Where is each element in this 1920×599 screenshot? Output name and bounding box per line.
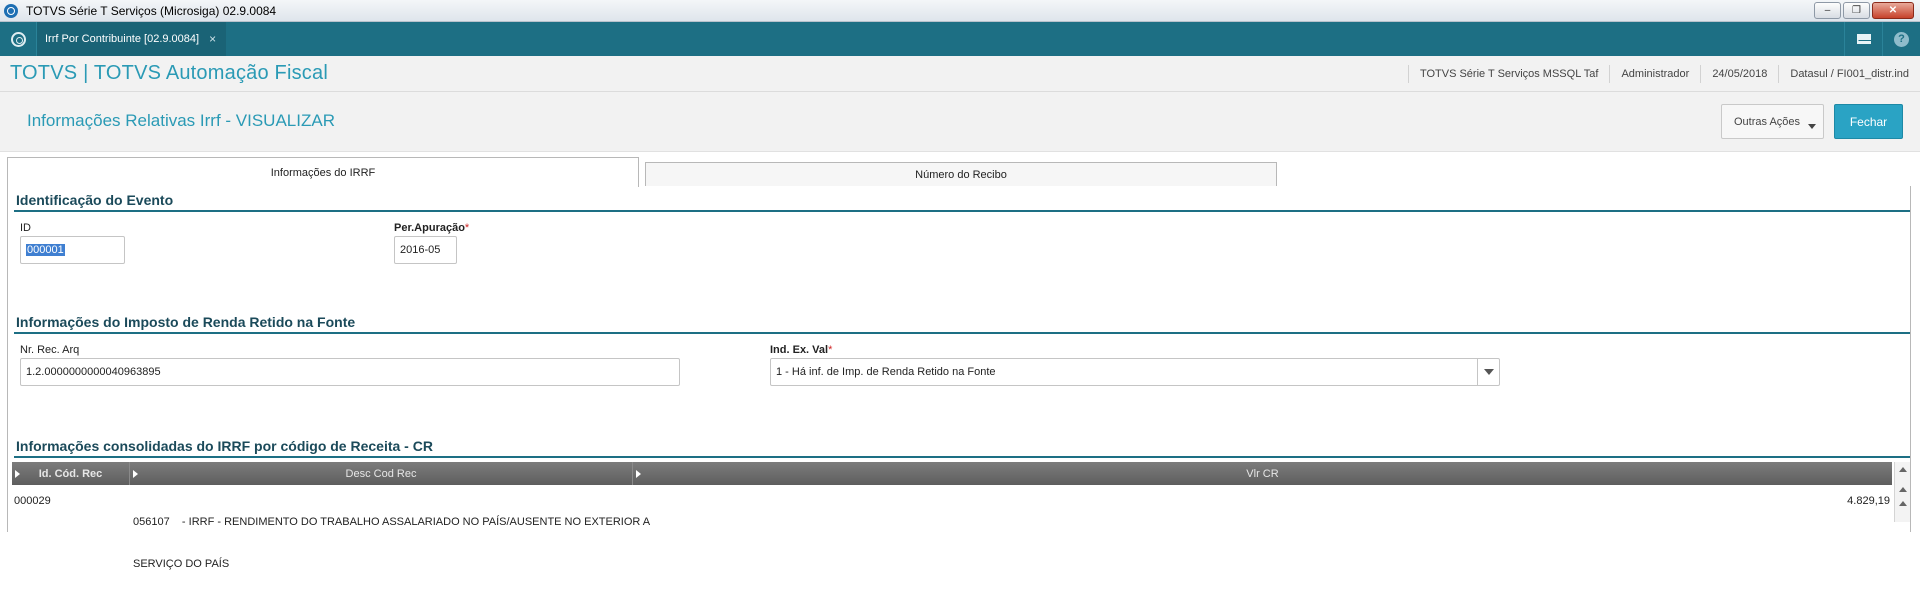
chevron-up-icon: [1899, 500, 1907, 506]
id-field[interactable]: 000001: [20, 236, 125, 264]
ind-ex-val-value: 1 - Há inf. de Imp. de Renda Retido na F…: [776, 366, 996, 378]
app-header: TOTVS | TOTVS Automação Fiscal TOTVS Sér…: [0, 56, 1920, 92]
chevron-up-icon: [1899, 486, 1907, 492]
required-marker: *: [464, 222, 470, 234]
cell-id-cod-rec: 000029: [14, 495, 51, 507]
fechar-button[interactable]: Fechar: [1834, 104, 1903, 139]
section-title-consolidadas: Informações consolidadas do IRRF por cód…: [16, 438, 433, 454]
header-company: Datasul / FI001_distr.ind: [1778, 65, 1920, 83]
outras-acoes-button[interactable]: Outras Ações: [1721, 104, 1824, 139]
app-tab-close-icon[interactable]: ×: [209, 32, 216, 46]
nr-rec-arq-label: Nr. Rec. Arq: [20, 344, 80, 356]
outras-acoes-label: Outras Ações: [1734, 115, 1801, 128]
section-title-imposto: Informações do Imposto de Renda Retido n…: [16, 314, 356, 330]
page-title: Informações Relativas Irrf - VISUALIZAR: [27, 111, 335, 130]
ind-ex-val-select[interactable]: 1 - Há inf. de Imp. de Renda Retido na F…: [770, 358, 1500, 386]
column-header-id-cod-rec[interactable]: Id. Cód. Rec: [12, 462, 130, 485]
header-user: Administrador: [1609, 65, 1700, 83]
nr-rec-arq-value: 1.2.0000000000040963895: [26, 366, 161, 378]
window-titlebar: TOTVS Série T Serviços (Microsiga) 02.9.…: [0, 0, 1920, 22]
chevron-down-icon: [1808, 124, 1816, 129]
scroll-up-button[interactable]: [1895, 482, 1911, 496]
per-apuracao-label: Per.Apuração: [394, 222, 465, 234]
per-apuracao-field[interactable]: 2016-05: [394, 236, 457, 264]
section-title-identificacao: Identificação do Evento: [16, 192, 174, 208]
id-label: ID: [20, 222, 31, 234]
column-header-vlr-cr[interactable]: Vlr CR: [633, 462, 1892, 485]
table-row[interactable]: 000029 056107 - IRRF - RENDIMENTO DO TRA…: [12, 485, 1892, 570]
scroll-top-button[interactable]: [1895, 462, 1911, 476]
help-button[interactable]: ?: [1882, 22, 1920, 56]
grid-header: Id. Cód. Rec Desc Cod Rec Vlr CR: [12, 462, 1892, 485]
header-info: TOTVS Série T Serviços MSSQL Taf Adminis…: [1407, 56, 1920, 92]
minimize-button[interactable]: –: [1814, 2, 1841, 19]
header-environment: TOTVS Série T Serviços MSSQL Taf: [1407, 65, 1610, 83]
section-divider: [14, 210, 1910, 212]
ind-ex-val-dropdown-button[interactable]: [1477, 359, 1499, 385]
tab-informacoes-irrf[interactable]: Informações do IRRF: [7, 157, 639, 187]
section-divider: [14, 332, 1910, 334]
close-window-button[interactable]: ✕: [1872, 2, 1914, 19]
nr-rec-arq-field[interactable]: 1.2.0000000000040963895: [20, 358, 680, 386]
window-controls: – ❐ ✕: [1814, 2, 1914, 19]
chevron-up-icon: [1899, 466, 1907, 472]
mail-button[interactable]: [1844, 22, 1882, 56]
scroll-up-button-2[interactable]: [1895, 496, 1911, 510]
help-icon: ?: [1894, 31, 1909, 47]
per-apuracao-label-wrap: Per.Apuração*: [394, 222, 469, 234]
form-content: Identificação do Evento ID 000001 Per.Ap…: [7, 186, 1911, 570]
mail-icon: [1856, 34, 1871, 44]
column-header-desc-cod-rec[interactable]: Desc Cod Rec: [130, 462, 633, 485]
tabbar-actions: ?: [1844, 22, 1920, 56]
required-marker: *: [828, 344, 833, 356]
cell-vlr-cr: 4.829,19: [1847, 495, 1890, 507]
app-tabbar: Irrf Por Contribuinte [02.9.0084] × ?: [0, 22, 1920, 56]
column-expand-icon: [133, 470, 138, 478]
tab-numero-recibo[interactable]: Número do Recibo: [645, 162, 1277, 187]
ind-ex-val-label-wrap: Ind. Ex. Val*: [770, 344, 832, 356]
grid-scrollbar[interactable]: [1894, 462, 1910, 522]
form-tabs: Informações do IRRF Número do Recibo: [0, 152, 1920, 187]
app-tab-label: Irrf Por Contribuinte [02.9.0084]: [45, 33, 200, 45]
per-apuracao-value: 2016-05: [400, 244, 441, 256]
window-title: TOTVS Série T Serviços (Microsiga) 02.9.…: [26, 3, 277, 18]
app-tab-irrf[interactable]: Irrf Por Contribuinte [02.9.0084] ×: [36, 22, 227, 56]
home-icon[interactable]: [0, 22, 36, 56]
restore-button[interactable]: ❐: [1843, 2, 1870, 19]
section-divider: [14, 456, 1910, 458]
id-value: 000001: [26, 244, 65, 256]
chevron-down-icon: [1483, 369, 1494, 375]
header-date: 24/05/2018: [1700, 65, 1778, 83]
page-title-band: Informações Relativas Irrf - VISUALIZAR …: [0, 92, 1920, 152]
column-expand-icon: [15, 470, 20, 478]
column-expand-icon: [636, 470, 641, 478]
brand-title: TOTVS | TOTVS Automação Fiscal: [10, 62, 328, 84]
app-logo-icon: [4, 3, 18, 18]
cell-desc-cod-rec: 056107 - IRRF - RENDIMENTO DO TRABALHO A…: [133, 516, 651, 570]
ind-ex-val-label: Ind. Ex. Val: [770, 344, 829, 356]
